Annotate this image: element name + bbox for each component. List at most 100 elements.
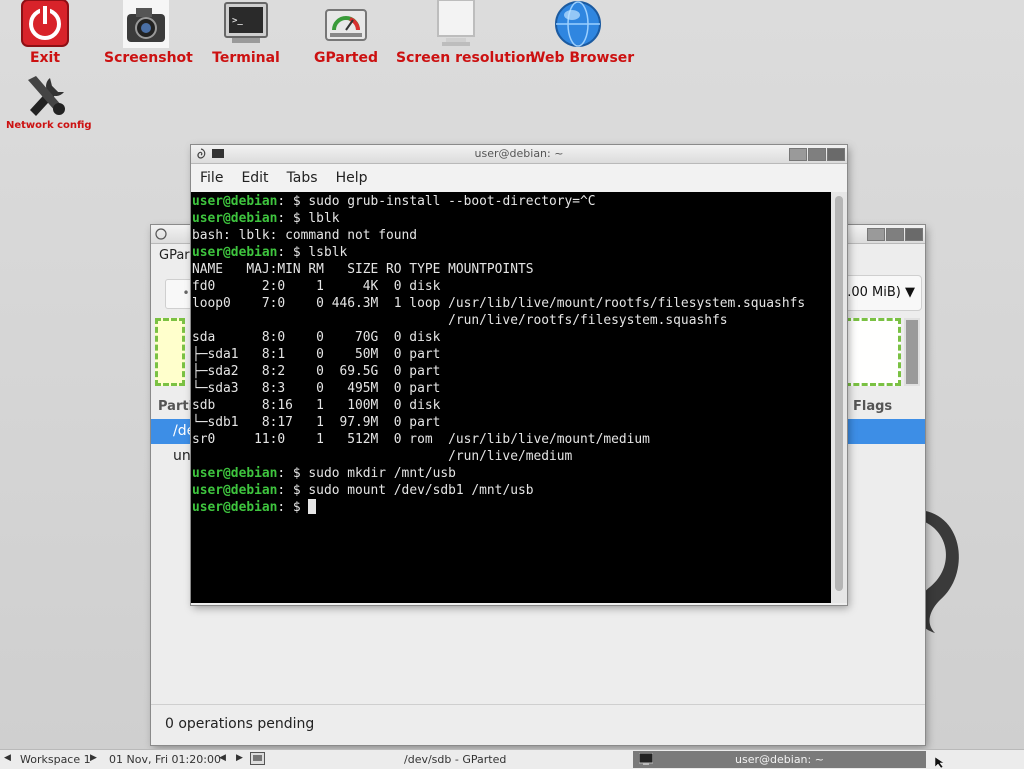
desktop-icon-gparted[interactable]: GParted <box>310 0 382 66</box>
terminal-icon: >_ <box>224 2 268 43</box>
desktop-icon-label: Exit <box>29 50 61 66</box>
desktop-icon-network-config[interactable]: Network config <box>6 72 92 131</box>
status-bar: 0 operations pending <box>151 704 925 745</box>
terminal-menubar: File Edit Tabs Help <box>191 164 847 192</box>
line-text: lsblk <box>308 245 348 260</box>
terminal-line: sdb 8:16 1 100M 0 disk <box>192 397 830 414</box>
line-text: └─sdb1 8:17 1 97.9M 0 part <box>192 415 441 430</box>
globe-icon <box>555 1 601 47</box>
terminal-line: ├─sda2 8:2 0 69.5G 0 part <box>192 363 830 380</box>
prompt-user-host: user@debian <box>192 500 278 515</box>
window-menu-icon[interactable] <box>155 228 167 240</box>
task-gparted[interactable]: /dev/sdb - GParted <box>404 753 506 766</box>
line-text: sdb 8:16 1 100M 0 disk <box>192 398 441 413</box>
desktop-icon-screen-resolution[interactable]: Screen resolution <box>396 0 535 66</box>
prompt-separator: : $ <box>277 466 309 481</box>
workspace-next-icon[interactable]: ▶ <box>90 753 97 763</box>
partition-map-block[interactable] <box>845 318 901 386</box>
prompt-user-host: user@debian <box>192 466 278 481</box>
prompt-separator: : $ <box>277 245 309 260</box>
line-text: sr0 11:0 1 512M 0 rom /usr/lib/live/moun… <box>192 432 650 447</box>
terminal-line: user@debian: $ <box>192 499 830 516</box>
prompt-user-host: user@debian <box>192 211 278 226</box>
prev-icon[interactable]: ◀ <box>219 753 226 763</box>
clock[interactable]: 01 Nov, Fri 01:20:00 <box>109 753 221 766</box>
device-selector-value: .00 MiB) <box>847 285 901 300</box>
desktop-icon-terminal[interactable]: >_ Terminal <box>210 0 282 66</box>
workspace-label[interactable]: Workspace 1 <box>20 753 91 766</box>
partition-map-scrollbar[interactable] <box>904 318 920 386</box>
maximize-button[interactable] <box>886 228 904 241</box>
terminal-line: └─sdb1 8:17 1 97.9M 0 part <box>192 414 830 431</box>
terminal-line: sr0 11:0 1 512M 0 rom /usr/lib/live/moun… <box>192 431 830 448</box>
prompt-user-host: user@debian <box>192 245 278 260</box>
partition-map-block[interactable] <box>155 318 185 386</box>
power-icon <box>21 0 69 47</box>
desktop-icon-label: Network config <box>6 120 92 131</box>
desktop-icon-exit[interactable]: Exit <box>14 0 76 66</box>
terminal-line: loop0 7:0 0 446.3M 1 loop /usr/lib/live/… <box>192 295 830 312</box>
menu-edit[interactable]: Edit <box>232 170 277 186</box>
line-text: sudo mkdir /mnt/usb <box>308 466 456 481</box>
prompt-separator: : $ <box>277 500 309 515</box>
desktop-icon-label: Web Browser <box>530 50 635 66</box>
menu-help[interactable]: Help <box>327 170 377 186</box>
scrollbar-thumb[interactable] <box>906 320 918 384</box>
line-text: sda 8:0 0 70G 0 disk <box>192 330 441 345</box>
prompt-separator: : $ <box>277 211 309 226</box>
desktop-icon-web-browser[interactable]: Web Browser <box>530 0 635 66</box>
task-terminal-label: user@debian: ~ <box>735 753 824 766</box>
line-text: ├─sda1 8:1 0 50M 0 part <box>192 347 441 362</box>
desktop-icon-label: Terminal <box>212 50 280 66</box>
gparted-window-controls <box>867 228 923 241</box>
line-text: lblk <box>308 211 340 226</box>
svg-text:>_: >_ <box>232 16 243 26</box>
terminal-line: /run/live/rootfs/filesystem.squashfs <box>192 312 830 329</box>
close-button[interactable] <box>827 148 845 161</box>
terminal-line: user@debian: $ lsblk <box>192 244 830 261</box>
terminal-output[interactable]: user@debian: $ sudo grub-install --boot-… <box>191 192 831 603</box>
status-text: 0 operations pending <box>165 716 315 732</box>
prompt-user-host: user@debian <box>192 194 278 209</box>
prompt-separator: : $ <box>277 483 309 498</box>
device-selector[interactable]: .00 MiB) ▼ <box>842 275 922 311</box>
line-text: loop0 7:0 0 446.3M 1 loop /usr/lib/live/… <box>192 296 806 311</box>
line-text: fd0 2:0 1 4K 0 disk <box>192 279 441 294</box>
terminal-line: NAME MAJ:MIN RM SIZE RO TYPE MOUNTPOINTS <box>192 261 830 278</box>
terminal-line: ├─sda1 8:1 0 50M 0 part <box>192 346 830 363</box>
line-text: sudo mount /dev/sdb1 /mnt/usb <box>308 483 534 498</box>
next-icon[interactable]: ▶ <box>236 753 243 763</box>
menu-tabs[interactable]: Tabs <box>278 170 327 186</box>
task-terminal[interactable]: user@debian: ~ <box>633 751 926 768</box>
terminal-line: /run/live/medium <box>192 448 830 465</box>
maximize-button[interactable] <box>808 148 826 161</box>
terminal-scrollbar[interactable] <box>831 192 847 603</box>
line-text: /run/live/medium <box>192 449 573 464</box>
menu-file[interactable]: File <box>191 170 232 186</box>
partition-name: un <box>173 448 191 464</box>
line-text: /run/live/rootfs/filesystem.squashfs <box>192 313 728 328</box>
mouse-pointer-icon <box>935 757 945 768</box>
line-text: bash: lblk: command not found <box>192 228 418 243</box>
camera-icon <box>123 0 169 48</box>
terminal-titlebar[interactable]: user@debian: ~ <box>191 145 847 164</box>
chevron-down-icon: ▼ <box>905 285 915 300</box>
desktop-icon-screenshot[interactable]: Screenshot <box>104 0 193 66</box>
close-button[interactable] <box>905 228 923 241</box>
toolbar-fragment: • <box>182 286 190 300</box>
terminal-line: bash: lblk: command not found <box>192 227 830 244</box>
minimize-button[interactable] <box>789 148 807 161</box>
column-flags[interactable]: Flags <box>853 399 892 414</box>
terminal-line: user@debian: $ lblk <box>192 210 830 227</box>
prompt-separator: : $ <box>277 194 309 209</box>
taskbar: ◀ Workspace 1 ▶ 01 Nov, Fri 01:20:00 ◀ ▶… <box>0 749 1024 769</box>
terminal-line: user@debian: $ sudo grub-install --boot-… <box>192 193 830 210</box>
scrollbar-thumb[interactable] <box>835 196 843 591</box>
terminal-line: fd0 2:0 1 4K 0 disk <box>192 278 830 295</box>
terminal-lines: user@debian: $ sudo grub-install --boot-… <box>191 192 831 517</box>
terminal-window[interactable]: user@debian: ~ File Edit Tabs Help user@… <box>191 145 847 605</box>
terminal-line: user@debian: $ sudo mount /dev/sdb1 /mnt… <box>192 482 830 499</box>
minimize-button[interactable] <box>867 228 885 241</box>
workspace-prev-icon[interactable]: ◀ <box>4 753 11 763</box>
wrench-icon <box>28 76 65 116</box>
